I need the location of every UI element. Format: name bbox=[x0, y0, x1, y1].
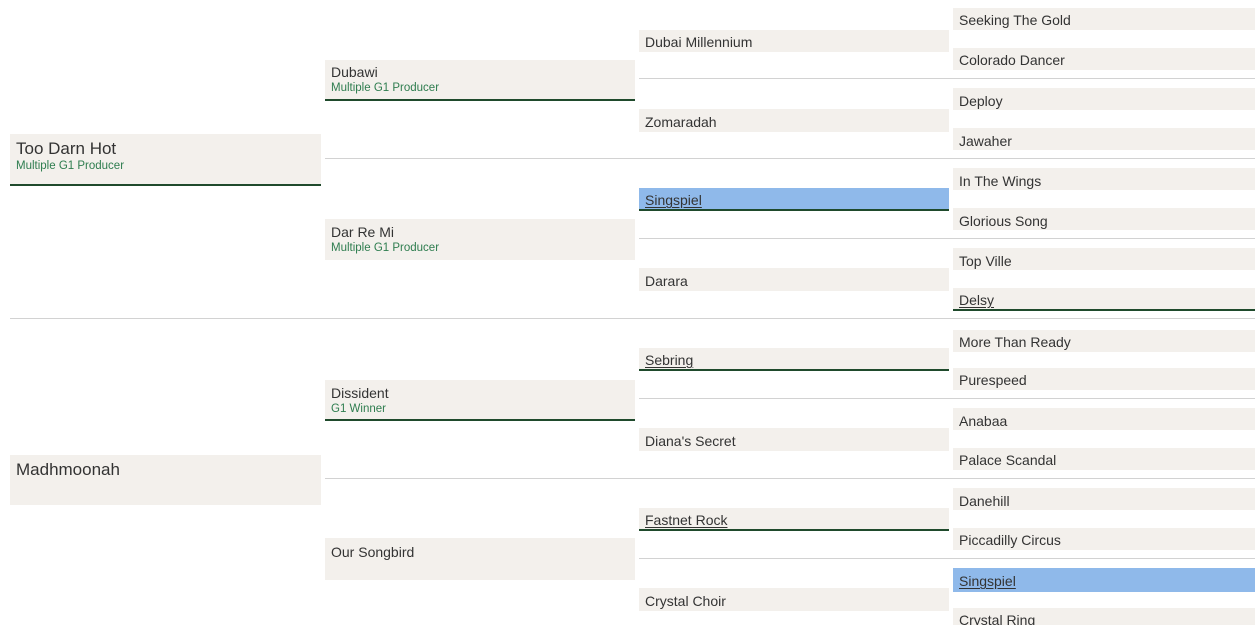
horse-name: Zomaradah bbox=[645, 114, 717, 130]
pedigree-sire-dam[interactable]: Dar Re Mi Multiple G1 Producer bbox=[325, 219, 635, 260]
horse-name: Anabaa bbox=[959, 413, 1008, 429]
pedigree-gen3-cell[interactable]: Singspiel bbox=[639, 188, 949, 211]
horse-name: Jawaher bbox=[959, 133, 1012, 149]
horse-name: Delsy bbox=[959, 292, 995, 308]
horse-name: Dissident bbox=[331, 385, 389, 401]
pedigree-gen4-cell[interactable]: Singspiel bbox=[953, 568, 1255, 592]
separator bbox=[325, 158, 1255, 159]
pedigree-gen4-cell[interactable]: More Than Ready bbox=[953, 330, 1255, 352]
horse-name: Madhmoonah bbox=[16, 460, 120, 479]
horse-name: Dar Re Mi bbox=[331, 224, 395, 240]
pedigree-sire-sire[interactable]: Dubawi Multiple G1 Producer bbox=[325, 60, 635, 101]
pedigree-gen4-cell[interactable]: Glorious Song bbox=[953, 208, 1255, 230]
horse-name: Seeking The Gold bbox=[959, 12, 1071, 28]
pedigree-gen3-cell[interactable]: Dubai Millennium bbox=[639, 30, 949, 52]
pedigree-gen4-cell[interactable]: Purespeed bbox=[953, 368, 1255, 390]
horse-note: Multiple G1 Producer bbox=[16, 160, 125, 172]
pedigree-gen4-cell[interactable]: In The Wings bbox=[953, 168, 1255, 190]
horse-name: Dubawi bbox=[331, 64, 378, 80]
horse-name: Palace Scandal bbox=[959, 452, 1057, 468]
horse-name: In The Wings bbox=[959, 173, 1042, 189]
horse-name: Purespeed bbox=[959, 372, 1027, 388]
pedigree-gen4-cell[interactable]: Anabaa bbox=[953, 408, 1255, 430]
pedigree-gen4-cell[interactable]: Seeking The Gold bbox=[953, 8, 1255, 30]
horse-note: Multiple G1 Producer bbox=[331, 82, 440, 94]
horse-name: Glorious Song bbox=[959, 213, 1048, 229]
pedigree-gen3-cell[interactable]: Diana's Secret bbox=[639, 428, 949, 451]
separator bbox=[639, 238, 1255, 239]
separator bbox=[639, 558, 1255, 559]
horse-name: Colorado Dancer bbox=[959, 52, 1065, 68]
horse-name: Sebring bbox=[645, 352, 694, 368]
horse-name: Diana's Secret bbox=[645, 433, 736, 449]
horse-name: Deploy bbox=[959, 93, 1003, 109]
separator bbox=[325, 478, 1255, 479]
pedigree-dam[interactable]: Madhmoonah bbox=[10, 455, 321, 505]
pedigree-gen4-cell[interactable]: Crystal Ring bbox=[953, 608, 1255, 625]
pedigree-gen4-cell[interactable]: Colorado Dancer bbox=[953, 48, 1255, 70]
pedigree-gen4-cell[interactable]: Top Ville bbox=[953, 248, 1255, 270]
pedigree-gen3-cell[interactable]: Fastnet Rock bbox=[639, 508, 949, 531]
horse-note: Multiple G1 Producer bbox=[331, 242, 440, 254]
pedigree-dam-sire[interactable]: Dissident G1 Winner bbox=[325, 380, 635, 421]
pedigree-gen4-cell[interactable]: Delsy bbox=[953, 288, 1255, 311]
horse-name: More Than Ready bbox=[959, 334, 1071, 350]
horse-name: Danehill bbox=[959, 493, 1010, 509]
horse-name: Singspiel bbox=[959, 573, 1016, 589]
pedigree-gen4-cell[interactable]: Danehill bbox=[953, 488, 1255, 510]
horse-name: Piccadilly Circus bbox=[959, 532, 1061, 548]
horse-name: Darara bbox=[645, 273, 688, 289]
horse-note: G1 Winner bbox=[331, 403, 386, 415]
pedigree-gen3-cell[interactable]: Zomaradah bbox=[639, 109, 949, 132]
pedigree-gen4-cell[interactable]: Palace Scandal bbox=[953, 448, 1255, 470]
horse-name: Singspiel bbox=[645, 192, 702, 208]
pedigree-gen4-cell[interactable]: Deploy bbox=[953, 88, 1255, 110]
pedigree-sire[interactable]: Too Darn Hot Multiple G1 Producer bbox=[10, 134, 321, 186]
pedigree-gen4-cell[interactable]: Piccadilly Circus bbox=[953, 528, 1255, 550]
horse-name: Fastnet Rock bbox=[645, 512, 728, 528]
pedigree-gen3-cell[interactable]: Darara bbox=[639, 268, 949, 291]
pedigree-gen3-cell[interactable]: Sebring bbox=[639, 348, 949, 371]
horse-name: Crystal Choir bbox=[645, 593, 726, 609]
horse-name: Our Songbird bbox=[331, 544, 415, 560]
horse-name: Dubai Millennium bbox=[645, 34, 753, 50]
pedigree-dam-dam[interactable]: Our Songbird bbox=[325, 538, 635, 580]
pedigree-gen4-cell[interactable]: Jawaher bbox=[953, 128, 1255, 150]
horse-name: Top Ville bbox=[959, 253, 1012, 269]
separator bbox=[639, 78, 1255, 79]
separator bbox=[10, 318, 1255, 319]
pedigree-gen3-cell[interactable]: Crystal Choir bbox=[639, 588, 949, 611]
horse-name: Crystal Ring bbox=[959, 612, 1036, 625]
horse-name: Too Darn Hot bbox=[16, 139, 117, 158]
separator bbox=[639, 398, 1255, 399]
